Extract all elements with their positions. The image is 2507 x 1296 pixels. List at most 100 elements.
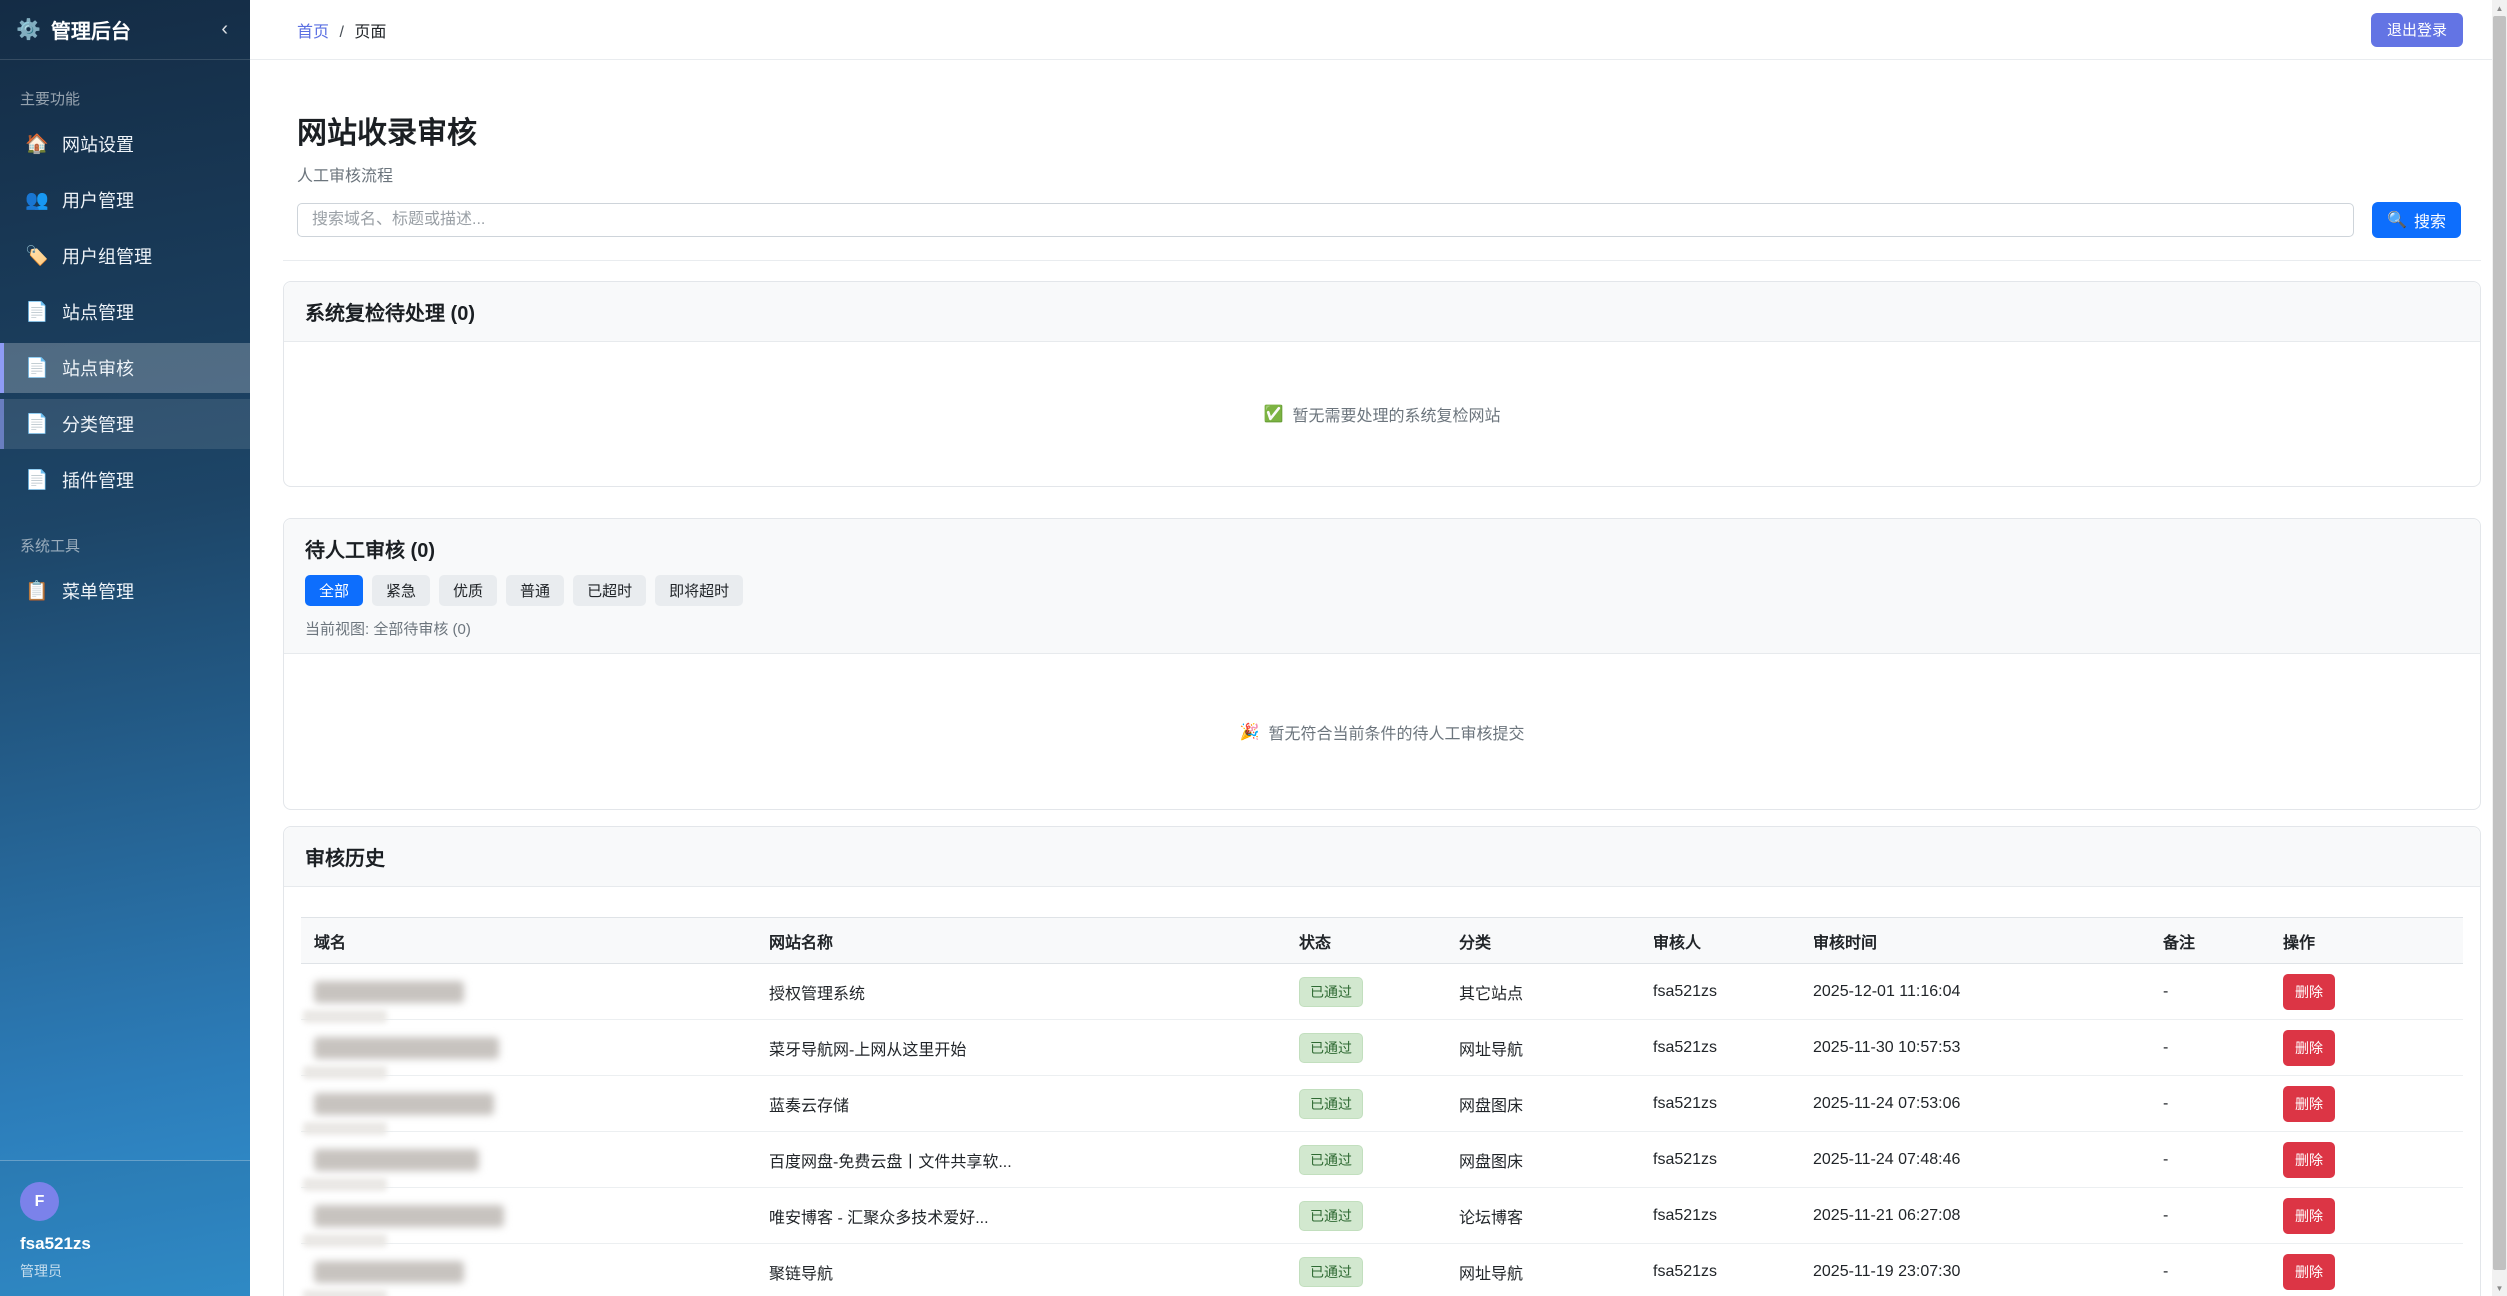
category-cell: 网盘图床 [1446, 1132, 1640, 1188]
document-icon: 📄 [25, 300, 49, 324]
reviewer-cell: fsa521zs [1640, 1132, 1800, 1188]
sidebar-item-site-settings[interactable]: 🏠 网站设置 [0, 119, 250, 169]
home-icon: 🏠 [25, 132, 49, 156]
search-button-label: 搜索 [2414, 208, 2446, 232]
actions-cell: 删除 [2270, 1132, 2463, 1188]
section-divider [283, 260, 2481, 261]
document-icon: 📄 [25, 468, 49, 492]
sidebar-item-label: 站点管理 [62, 299, 134, 325]
search-icon: 🔍 [2387, 210, 2407, 230]
note-cell: - [2150, 1020, 2270, 1076]
category-cell: 论坛博客 [1446, 1188, 1640, 1244]
sidebar-header: ⚙️ 管理后台 ‹ [0, 0, 250, 60]
breadcrumb: 首页 / 页面 [297, 18, 2371, 42]
sidebar-item-label: 插件管理 [62, 467, 134, 493]
recheck-card-header: 系统复检待处理 (0) [284, 282, 2480, 342]
sidebar-item-label: 用户组管理 [62, 243, 152, 269]
delete-button[interactable]: 删除 [2283, 1030, 2335, 1066]
clipboard-icon: 📋 [25, 579, 49, 603]
note-cell: - [2150, 1188, 2270, 1244]
review-time-cell: 2025-11-24 07:53:06 [1800, 1076, 2150, 1132]
sidebar-item-label: 分类管理 [62, 411, 134, 437]
scroll-up-arrow-icon[interactable]: ▲ [2492, 0, 2507, 16]
domain-redacted [314, 1261, 464, 1283]
status-cell: 已通过 [1286, 1188, 1446, 1244]
scroll-down-arrow-icon[interactable]: ▼ [2492, 1280, 2507, 1296]
sidebar-item-label: 网站设置 [62, 131, 134, 157]
topbar: 首页 / 页面 退出登录 [250, 0, 2507, 60]
sidebar-item-label: 站点审核 [62, 355, 134, 381]
table-row: 蓝奏云存储 已通过 网盘图床 fsa521zs 2025-11-24 07:53… [301, 1076, 2463, 1132]
party-popper-icon: 🎉 [1240, 722, 1260, 742]
actions-cell: 删除 [2270, 1076, 2463, 1132]
gear-icon: ⚙️ [16, 17, 41, 42]
sidebar-item-category-management[interactable]: 📄 分类管理 [0, 399, 250, 449]
table-row: 菜牙导航网-上网从这里开始 已通过 网址导航 fsa521zs 2025-11-… [301, 1020, 2463, 1076]
col-category: 分类 [1446, 918, 1640, 964]
table-row: 百度网盘-免费云盘丨文件共享软... 已通过 网盘图床 fsa521zs 202… [301, 1132, 2463, 1188]
actions-cell: 删除 [2270, 964, 2463, 1020]
delete-button[interactable]: 删除 [2283, 974, 2335, 1010]
check-icon: ✅ [1264, 404, 1284, 424]
table-row: 唯安博客 - 汇聚众多技术爱好... 已通过 论坛博客 fsa521zs 202… [301, 1188, 2463, 1244]
table-header-row: 域名 网站名称 状态 分类 审核人 审核时间 备注 操作 [301, 918, 2463, 964]
filter-chip-all[interactable]: 全部 [305, 575, 363, 606]
col-status: 状态 [1286, 918, 1446, 964]
pending-card: 待人工审核 (0) 全部 紧急 优质 普通 已超时 即将超时 当前视图: 全部待… [283, 518, 2481, 810]
sidebar-item-menu-management[interactable]: 📋 菜单管理 [0, 566, 250, 616]
sidebar-section-tools: 系统工具 [0, 535, 250, 556]
delete-button[interactable]: 删除 [2283, 1086, 2335, 1122]
status-badge: 已通过 [1299, 1033, 1363, 1063]
recheck-card-body: ✅ 暂无需要处理的系统复检网站 [284, 342, 2480, 486]
col-domain: 域名 [301, 918, 756, 964]
delete-button[interactable]: 删除 [2283, 1142, 2335, 1178]
main-area: 首页 / 页面 退出登录 网站收录审核 人工审核流程 🔍 搜索 [250, 0, 2507, 1296]
filter-chip-quality[interactable]: 优质 [439, 575, 497, 606]
sidebar-item-user-management[interactable]: 👥 用户管理 [0, 175, 250, 225]
domain-redacted [314, 981, 464, 1003]
sidebar-item-site-management[interactable]: 📄 站点管理 [0, 287, 250, 337]
actions-cell: 删除 [2270, 1188, 2463, 1244]
col-actions: 操作 [2270, 918, 2463, 964]
filter-chip-overdue[interactable]: 已超时 [573, 575, 646, 606]
sidebar-item-plugin-management[interactable]: 📄 插件管理 [0, 455, 250, 505]
filter-chip-urgent[interactable]: 紧急 [372, 575, 430, 606]
reviewer-cell: fsa521zs [1640, 964, 1800, 1020]
note-cell: - [2150, 1244, 2270, 1296]
domain-redacted [314, 1037, 499, 1059]
vertical-scrollbar[interactable]: ▲ ▼ [2492, 0, 2507, 1296]
filter-chip-normal[interactable]: 普通 [506, 575, 564, 606]
category-cell: 网盘图床 [1446, 1076, 1640, 1132]
breadcrumb-home-link[interactable]: 首页 [297, 24, 329, 41]
delete-button[interactable]: 删除 [2283, 1198, 2335, 1234]
note-cell: - [2150, 964, 2270, 1020]
reviewer-cell: fsa521zs [1640, 1188, 1800, 1244]
filter-chip-soon-overdue[interactable]: 即将超时 [655, 575, 743, 606]
col-site-name: 网站名称 [756, 918, 1286, 964]
domain-redacted [314, 1149, 479, 1171]
site-name: 唯安博客 - 汇聚众多技术爱好... [756, 1188, 1286, 1244]
history-card-header: 审核历史 [284, 827, 2480, 887]
domain-cell [301, 1020, 756, 1076]
domain-redacted [314, 1205, 504, 1227]
search-button[interactable]: 🔍 搜索 [2372, 202, 2461, 238]
document-icon: 📄 [25, 412, 49, 436]
sidebar-collapse-icon[interactable]: ‹ [215, 18, 234, 41]
delete-button[interactable]: 删除 [2283, 1254, 2335, 1290]
reviewer-cell: fsa521zs [1640, 1244, 1800, 1296]
logout-button[interactable]: 退出登录 [2371, 13, 2463, 47]
domain-cell [301, 1244, 756, 1296]
reviewer-cell: fsa521zs [1640, 1076, 1800, 1132]
review-time-cell: 2025-12-01 11:16:04 [1800, 964, 2150, 1020]
sidebar-item-usergroup-management[interactable]: 🏷️ 用户组管理 [0, 231, 250, 281]
review-time-cell: 2025-11-24 07:48:46 [1800, 1132, 2150, 1188]
col-reviewer: 审核人 [1640, 918, 1800, 964]
users-icon: 👥 [25, 188, 49, 212]
category-cell: 网址导航 [1446, 1244, 1640, 1296]
domain-cell [301, 1132, 756, 1188]
sidebar-item-site-review[interactable]: 📄 站点审核 [0, 343, 250, 393]
domain-cell [301, 1076, 756, 1132]
domain-redacted [314, 1093, 494, 1115]
scrollbar-thumb[interactable] [2493, 16, 2506, 1270]
search-input[interactable] [297, 203, 2354, 237]
